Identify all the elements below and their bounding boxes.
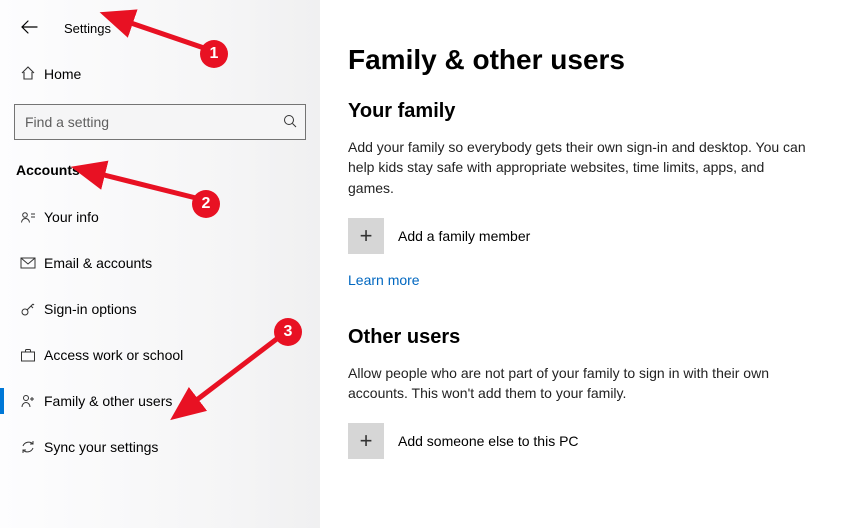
plus-icon: + bbox=[348, 218, 384, 254]
add-family-member-button[interactable]: + Add a family member bbox=[348, 218, 816, 254]
sidebar: Settings Home Accounts Your info bbox=[0, 0, 320, 528]
nav-list: Your info Email & accounts Sign-in optio… bbox=[0, 194, 320, 470]
sidebar-item-email-accounts[interactable]: Email & accounts bbox=[0, 240, 320, 286]
family-description: Add your family so everybody gets their … bbox=[348, 137, 808, 198]
key-icon bbox=[20, 301, 44, 317]
add-other-user-button[interactable]: + Add someone else to this PC bbox=[348, 423, 816, 459]
sidebar-item-family-other-users[interactable]: Family & other users bbox=[0, 378, 320, 424]
app-title: Settings bbox=[64, 21, 111, 36]
plus-icon: + bbox=[348, 423, 384, 459]
add-family-label: Add a family member bbox=[398, 228, 530, 244]
add-other-label: Add someone else to this PC bbox=[398, 433, 579, 449]
search-box[interactable] bbox=[14, 104, 306, 140]
sync-icon bbox=[20, 439, 44, 455]
sidebar-item-label: Sync your settings bbox=[44, 439, 158, 455]
sidebar-item-signin-options[interactable]: Sign-in options bbox=[0, 286, 320, 332]
other-users-heading: Other users bbox=[348, 326, 816, 349]
sidebar-item-sync-settings[interactable]: Sync your settings bbox=[0, 424, 320, 470]
mail-icon bbox=[20, 257, 44, 269]
family-heading: Your family bbox=[348, 100, 816, 123]
briefcase-icon bbox=[20, 348, 44, 362]
section-label: Accounts bbox=[0, 140, 320, 186]
other-users-description: Allow people who are not part of your fa… bbox=[348, 363, 808, 404]
header-row: Settings bbox=[0, 8, 320, 48]
sidebar-item-home[interactable]: Home bbox=[0, 54, 320, 94]
sidebar-item-label: Family & other users bbox=[44, 393, 172, 409]
user-card-icon bbox=[20, 210, 44, 224]
sidebar-item-label: Email & accounts bbox=[44, 255, 152, 271]
search-icon bbox=[283, 114, 297, 131]
sidebar-item-access-work-school[interactable]: Access work or school bbox=[0, 332, 320, 378]
learn-more-link[interactable]: Learn more bbox=[348, 272, 420, 288]
home-label: Home bbox=[44, 66, 81, 82]
sidebar-item-label: Sign-in options bbox=[44, 301, 137, 317]
sidebar-item-label: Your info bbox=[44, 209, 99, 225]
search-input[interactable] bbox=[23, 113, 283, 131]
page-title: Family & other users bbox=[348, 44, 816, 76]
main-content: Family & other users Your family Add you… bbox=[320, 0, 844, 528]
sidebar-item-your-info[interactable]: Your info bbox=[0, 194, 320, 240]
people-add-icon bbox=[20, 393, 44, 409]
home-icon bbox=[20, 65, 44, 84]
sidebar-item-label: Access work or school bbox=[44, 347, 183, 363]
back-arrow-icon[interactable] bbox=[20, 19, 40, 37]
